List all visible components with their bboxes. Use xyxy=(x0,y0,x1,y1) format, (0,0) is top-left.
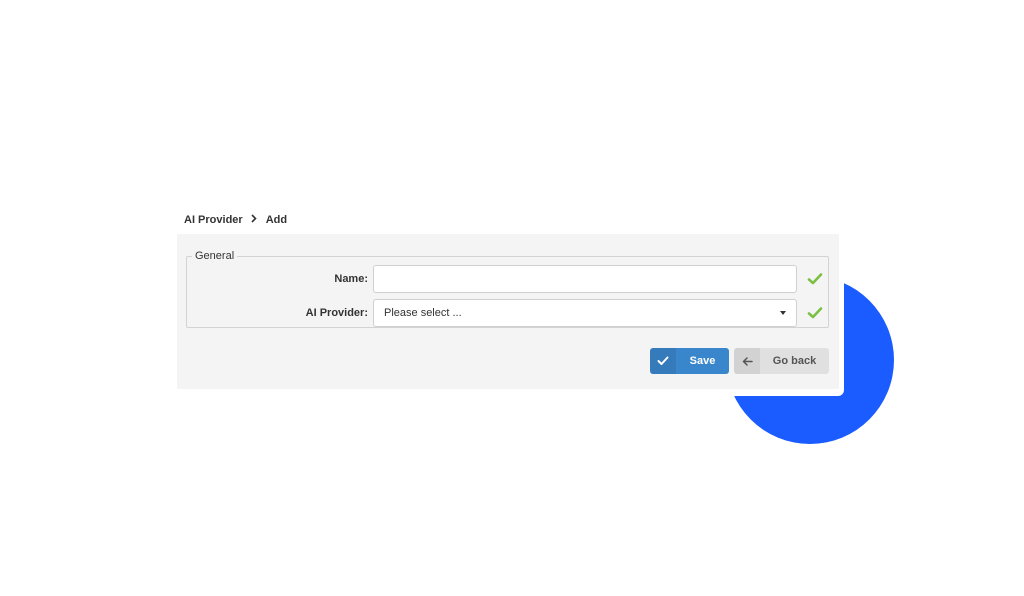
arrow-left-icon xyxy=(734,348,760,374)
go-back-button-label: Go back xyxy=(772,355,817,367)
name-label: Name: xyxy=(334,273,368,285)
form-row-name: Name: xyxy=(187,265,828,293)
ai-provider-select[interactable]: Please select ... xyxy=(373,299,797,327)
ai-provider-label: AI Provider: xyxy=(305,307,368,319)
form-panel: General Name: AI Provider: Please select… xyxy=(177,234,839,389)
form-row-ai-provider: AI Provider: Please select ... xyxy=(187,299,828,327)
stage: AI Provider Add General Name: AI Provide… xyxy=(0,0,1024,596)
save-button-label: Save xyxy=(689,355,716,367)
save-button[interactable]: Save xyxy=(650,348,729,374)
caret-down-icon xyxy=(780,311,786,315)
breadcrumb: AI Provider Add xyxy=(177,206,287,234)
name-input[interactable] xyxy=(373,265,797,293)
go-back-button[interactable]: Go back xyxy=(734,348,829,374)
check-icon xyxy=(650,348,676,374)
fieldset-legend: General xyxy=(192,249,238,263)
fieldset-general: General Name: AI Provider: Please select… xyxy=(186,249,829,328)
chevron-right-icon xyxy=(251,214,257,226)
breadcrumb-item-add: Add xyxy=(265,214,288,226)
check-icon xyxy=(807,306,823,320)
ai-provider-select-value: Please select ... xyxy=(384,307,462,319)
breadcrumb-item-ai-provider[interactable]: AI Provider xyxy=(184,214,243,226)
check-icon xyxy=(807,272,823,286)
